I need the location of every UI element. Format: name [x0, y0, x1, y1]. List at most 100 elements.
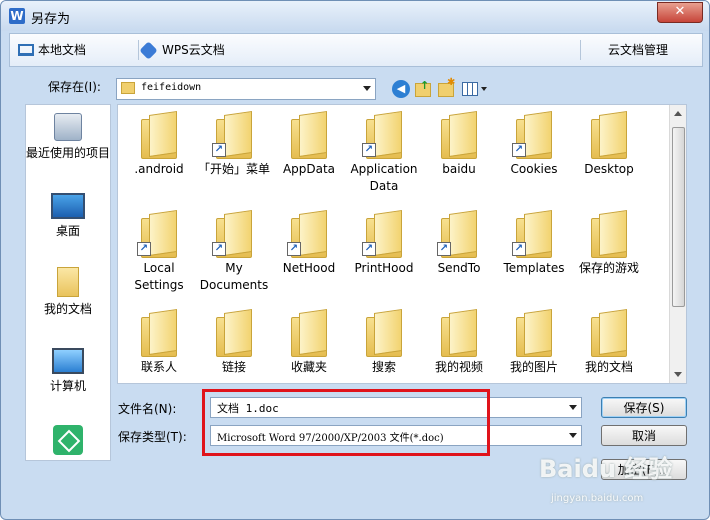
folder-icon [591, 210, 627, 258]
tab-local-label: 本地文档 [38, 43, 87, 57]
tab-wps-label: WPS云文档 [162, 43, 225, 57]
places-bar: 最近使用的项目 桌面 我的文档 计算机 [25, 104, 111, 461]
file-name: 我的文档 [584, 360, 633, 374]
shortcut-arrow-icon: ↗ [212, 242, 226, 256]
file-item[interactable]: ↗ Application Data [346, 105, 422, 195]
wps-writer-logo-icon: W [9, 8, 25, 24]
new-folder-icon[interactable]: ✱ [438, 77, 455, 97]
watermark-url: jingyan.baidu.com [551, 493, 644, 504]
folder-icon [141, 309, 177, 357]
file-item[interactable]: 我的图片 [496, 303, 572, 376]
folder-icon [216, 309, 252, 357]
chevron-down-icon[interactable] [569, 405, 577, 410]
folder-icon [441, 111, 477, 159]
file-item[interactable]: 收藏夹 [271, 303, 347, 376]
file-item[interactable]: 链接 [196, 303, 272, 376]
place-recent[interactable]: 最近使用的项目 [26, 113, 110, 161]
file-name: 链接 [221, 360, 246, 374]
folder-icon: ↗ [212, 111, 252, 159]
file-item[interactable]: ↗ My Documents [196, 204, 272, 294]
folder-icon: ↗ [512, 210, 552, 258]
folder-icon [366, 309, 402, 357]
file-item[interactable]: ↗ Cookies [496, 105, 572, 178]
filename-input[interactable]: 文档 1.doc [210, 397, 582, 418]
wps-app-icon [53, 425, 83, 455]
cloud-manage-button[interactable]: 云文档管理 [608, 34, 668, 66]
save-in-dropdown[interactable]: feifeidown [116, 78, 376, 100]
shortcut-arrow-icon: ↗ [362, 143, 376, 157]
close-button[interactable]: ✕ [657, 2, 703, 23]
folder-icon [141, 111, 177, 159]
place-computer[interactable]: 计算机 [26, 348, 110, 394]
file-item[interactable]: Desktop [571, 105, 647, 178]
filetype-select[interactable]: Microsoft Word 97/2000/XP/2003 文件(*.doc) [210, 425, 582, 446]
shortcut-arrow-icon: ↗ [512, 143, 526, 157]
file-name: Local Settings [134, 261, 184, 292]
folder-icon [591, 309, 627, 357]
cancel-button[interactable]: 取消 [601, 425, 687, 446]
up-folder-icon[interactable]: ↑ [415, 79, 431, 97]
file-item[interactable]: 我的视频 [421, 303, 497, 376]
file-item[interactable]: 联系人 [121, 303, 197, 376]
save-in-label: 保存在(I): [48, 80, 101, 94]
file-item[interactable]: AppData [271, 105, 347, 178]
file-name: 「开始」菜单 [197, 162, 270, 176]
scroll-down-icon[interactable] [674, 372, 682, 377]
folder-icon: ↗ [512, 111, 552, 159]
file-item[interactable]: 我的文档 [571, 303, 647, 376]
folder-icon [591, 111, 627, 159]
file-item[interactable]: ↗ SendTo [421, 204, 497, 277]
tab-local-documents[interactable]: 本地文档 [18, 34, 87, 66]
filename-value: 文档 1.doc [217, 402, 279, 415]
file-item[interactable]: .android [121, 105, 197, 178]
shortcut-arrow-icon: ↗ [512, 242, 526, 256]
file-list[interactable]: .android ↗ 「开始」菜单 AppData ↗ Application Data b… [117, 104, 687, 384]
file-item[interactable]: 搜索 [346, 303, 422, 376]
chevron-down-icon [363, 86, 371, 91]
save-as-dialog: W 另存为 ✕ 本地文档 WPS云文档 云文档管理 保存在(I): feifei… [0, 0, 710, 520]
file-item[interactable]: ↗ 「开始」菜单 [196, 105, 272, 178]
folder-icon: ↗ [362, 111, 402, 159]
file-item[interactable]: ↗ NetHood [271, 204, 347, 277]
desktop-icon [51, 193, 85, 219]
view-menu-icon[interactable] [462, 82, 478, 96]
file-item[interactable]: ↗ PrintHood [346, 204, 422, 277]
monitor-icon [18, 44, 34, 56]
wps-cloud-icon [139, 41, 158, 60]
folder-icon: ↗ [287, 210, 327, 258]
shortcut-arrow-icon: ↗ [437, 242, 451, 256]
file-name: Desktop [584, 162, 634, 176]
dialog-title: 另存为 [31, 12, 71, 27]
place-wps[interactable] [26, 425, 110, 459]
title-bar[interactable]: W 另存为 ✕ [1, 1, 709, 31]
divider [580, 40, 581, 60]
file-item[interactable]: ↗ Local Settings [121, 204, 197, 294]
tab-wps-cloud[interactable]: WPS云文档 [139, 34, 225, 66]
file-item[interactable]: 保存的游戏 [571, 204, 647, 277]
place-my-documents[interactable]: 我的文档 [26, 267, 110, 317]
folder-icon: ↗ [362, 210, 402, 258]
file-name: Templates [503, 261, 565, 275]
chevron-down-icon[interactable] [569, 433, 577, 438]
place-label: 最近使用的项目 [26, 146, 111, 160]
file-name: AppData [282, 162, 336, 176]
file-item[interactable]: ↗ Templates [496, 204, 572, 277]
place-label: 我的文档 [43, 302, 92, 316]
place-desktop[interactable]: 桌面 [26, 193, 110, 239]
my-documents-icon [57, 267, 79, 297]
vertical-scrollbar[interactable] [669, 105, 686, 383]
place-label: 桌面 [55, 224, 80, 238]
file-item[interactable]: baidu [421, 105, 497, 178]
save-button[interactable]: 保存(S) [601, 397, 687, 418]
back-icon[interactable]: ◀ [392, 80, 410, 98]
scroll-thumb[interactable] [672, 127, 685, 307]
chevron-down-icon[interactable] [481, 87, 487, 91]
file-name: 保存的游戏 [578, 261, 639, 275]
shortcut-arrow-icon: ↗ [137, 242, 151, 256]
shortcut-arrow-icon: ↗ [362, 242, 376, 256]
file-name: SendTo [437, 261, 481, 275]
folder-icon [291, 111, 327, 159]
file-name: 收藏夹 [290, 360, 327, 374]
folder-icon [291, 309, 327, 357]
scroll-up-icon[interactable] [674, 111, 682, 116]
